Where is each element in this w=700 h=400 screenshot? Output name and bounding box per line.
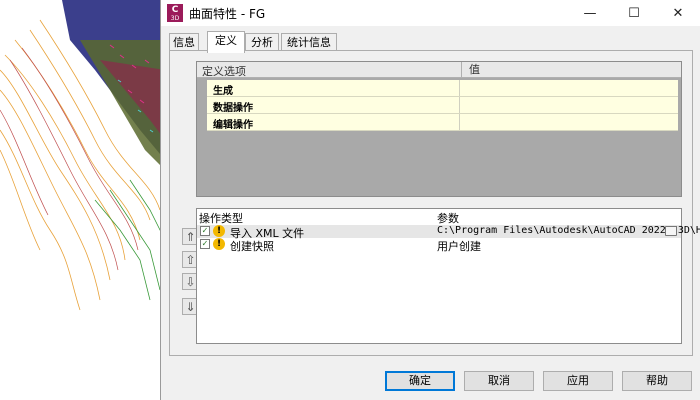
grid-header: 定义选项 值 <box>197 62 681 78</box>
operation-parameter: 用户创建 <box>437 240 481 253</box>
title-bar: C 3D 曲面特性 - FG — ☐ ✕ <box>161 0 700 26</box>
arrow-down-icon: ⇩ <box>185 274 196 289</box>
operation-list: 操作类型 参数 ✓ ! 导入 XML 文件 C:\Program Files\A… <box>196 208 700 344</box>
column-header-operation-type[interactable]: 操作类型 <box>199 210 243 226</box>
definition-tab-panel: 定义选项 值 生成 数据操作 编辑操作 ⇑ ⇧ ⇩ ⇓ 操作类型 参数 ✓ ! … <box>169 50 700 356</box>
tab-statistics[interactable]: 统计信息 <box>281 33 337 51</box>
move-top-icon: ⇑ <box>185 229 196 244</box>
tab-analysis[interactable]: 分析 <box>245 33 279 51</box>
grid-row-label: 数据操作 <box>213 103 253 114</box>
ok-button[interactable]: 确定 <box>385 371 455 391</box>
window-title: 曲面特性 - FG <box>189 7 266 21</box>
grid-row-value <box>459 114 460 130</box>
operation-checkbox[interactable]: ✓ <box>200 239 210 249</box>
cad-drawing-background <box>0 0 165 311</box>
definition-options-grid: 定义选项 值 生成 数据操作 编辑操作 <box>196 61 682 197</box>
grid-row-data-operations[interactable]: 数据操作 <box>207 97 678 114</box>
operation-parameter: C:\Program Files\Autodesk\AutoCAD 2022\C… <box>437 225 700 236</box>
close-button[interactable]: ✕ <box>656 0 700 26</box>
close-icon: ✕ <box>672 5 684 21</box>
surface-properties-dialog: C 3D 曲面特性 - FG — ☐ ✕ 信息 定义 分析 统计信息 定义选项 … <box>160 0 700 400</box>
civil3d-app-icon: C 3D <box>167 4 183 22</box>
cancel-button[interactable]: 取消 <box>464 371 534 391</box>
apply-button[interactable]: 应用 <box>543 371 613 391</box>
browse-folder-icon[interactable] <box>665 226 677 236</box>
grid-row-edit-operations[interactable]: 编辑操作 <box>207 114 678 131</box>
grid-row-value <box>459 97 460 113</box>
maximize-icon: ☐ <box>628 5 640 21</box>
grid-row-build[interactable]: 生成 <box>207 80 678 97</box>
arrow-up-icon: ⇧ <box>185 252 196 267</box>
app-icon-letter: C <box>171 5 179 15</box>
help-button[interactable]: 帮助 <box>622 371 692 391</box>
column-header-value[interactable]: 值 <box>461 62 480 77</box>
column-header-option[interactable]: 定义选项 <box>202 63 246 79</box>
grid-row-value <box>459 80 460 96</box>
column-header-parameters[interactable]: 参数 <box>437 210 459 226</box>
minimize-button[interactable]: — <box>568 0 612 26</box>
grid-row-label: 编辑操作 <box>213 120 253 131</box>
move-bottom-icon: ⇓ <box>185 299 196 314</box>
tab-info[interactable]: 信息 <box>169 33 199 51</box>
warning-icon: ! <box>213 225 225 237</box>
operation-row[interactable]: ✓ ! 导入 XML 文件 C:\Program Files\Autodesk\… <box>197 225 700 240</box>
app-icon-sub: 3D <box>170 15 180 22</box>
warning-icon: ! <box>213 238 225 250</box>
operation-list-header: 操作类型 参数 <box>197 209 681 226</box>
tab-definition[interactable]: 定义 <box>207 31 245 53</box>
maximize-button[interactable]: ☐ <box>612 0 656 26</box>
grid-row-label: 生成 <box>213 86 233 97</box>
operation-type: 创建快照 <box>230 240 274 253</box>
minimize-icon: — <box>583 5 597 21</box>
operation-checkbox[interactable]: ✓ <box>200 226 210 236</box>
operation-row[interactable]: ✓ ! 创建快照 用户创建 <box>197 238 681 253</box>
